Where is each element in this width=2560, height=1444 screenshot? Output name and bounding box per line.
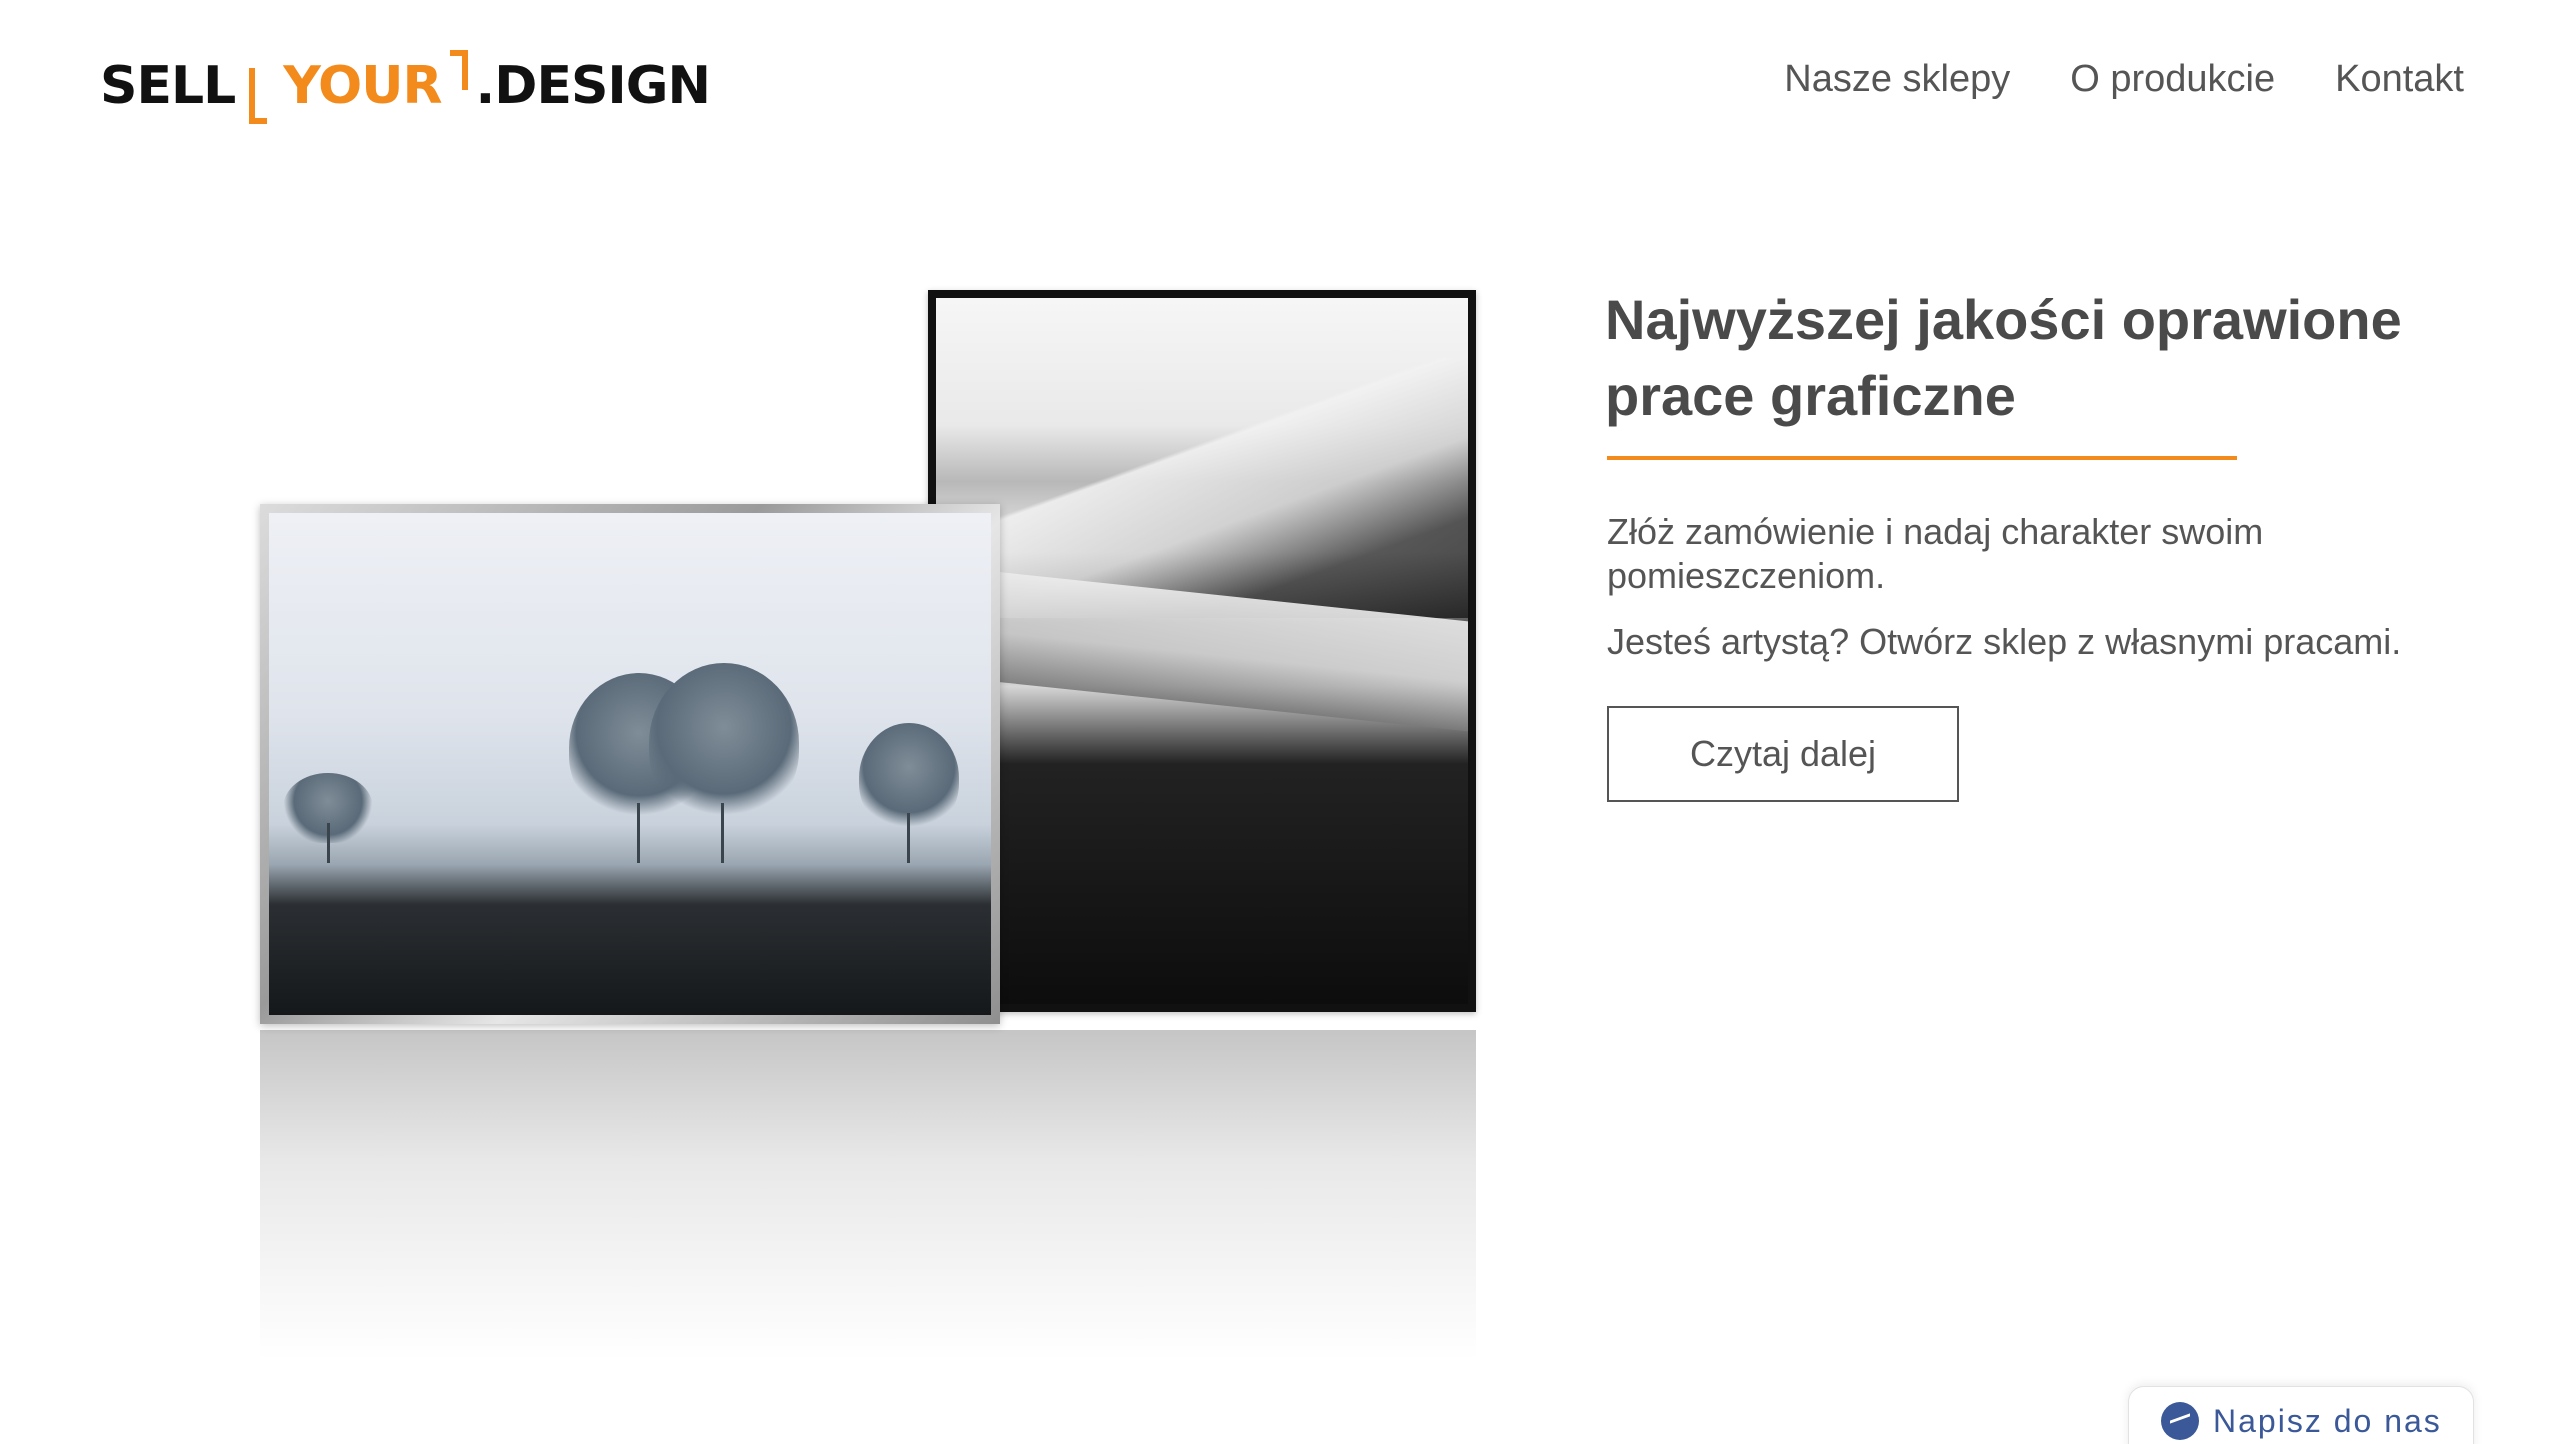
messenger-chat-widget[interactable]: Napisz do nas <box>2128 1386 2474 1444</box>
logo-text-your: YOUR <box>283 56 442 116</box>
site-logo[interactable]: SELL YOUR .DESIGN <box>100 44 711 124</box>
read-more-button[interactable]: Czytaj dalej <box>1607 706 1959 802</box>
nav-link-shops[interactable]: Nasze sklepy <box>1784 58 2010 101</box>
logo-bracket-left-icon <box>249 68 268 124</box>
frames-reflection <box>260 1030 1476 1360</box>
framed-print-mountain <box>928 290 1476 1012</box>
hero-headline: Najwyższej jakości oprawione prace grafi… <box>1605 288 2402 427</box>
nav-link-contact[interactable]: Kontakt <box>2335 58 2464 101</box>
hero-text-artist: Jesteś artystą? Otwórz sklep z własnymi … <box>1607 621 2402 662</box>
logo-text-sell: SELL <box>100 56 236 116</box>
logo-text-design: .DESIGN <box>475 56 711 116</box>
foggy-trees-photo <box>269 513 991 1015</box>
headline-underline <box>1607 456 2237 460</box>
mountain-photo <box>936 298 1468 1004</box>
messenger-icon <box>2161 1402 2199 1440</box>
framed-print-foggy-trees <box>260 504 1000 1024</box>
logo-bracket-right-icon <box>449 50 468 90</box>
nav-link-product[interactable]: O produkcie <box>2070 58 2275 101</box>
hero-text-order: Złóż zamówienie i nadaj charakter swoim … <box>1607 511 2264 596</box>
main-nav: Nasze sklepy O produkcie Kontakt <box>1784 58 2464 101</box>
chat-label: Napisz do nas <box>2213 1402 2442 1439</box>
hero-artwork <box>250 290 1480 1390</box>
